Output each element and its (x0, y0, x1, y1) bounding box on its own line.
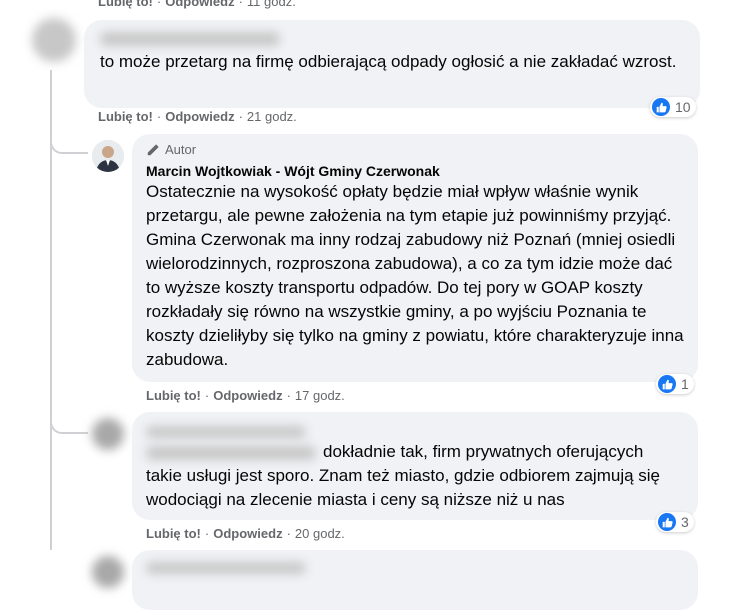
reaction-count[interactable]: 3 (656, 512, 694, 532)
comment-bubble (132, 550, 698, 610)
reaction-number: 3 (681, 514, 689, 530)
timestamp[interactable]: 17 godz. (295, 388, 345, 403)
avatar[interactable] (92, 556, 124, 588)
thread-elbow (50, 130, 88, 154)
avatar-photo (92, 140, 124, 172)
comment-actions: Lubię to! · Odpowiedz · 11 godz. (98, 0, 296, 9)
comment-bubble: Autor Marcin Wojtkowiak - Wójt Gminy Cze… (132, 134, 698, 394)
thumbs-up-icon (652, 98, 670, 116)
author-name[interactable] (146, 426, 306, 438)
reply-link[interactable]: Odpowiedz (165, 0, 234, 9)
thumbs-up-icon (658, 375, 676, 393)
pencil-icon (147, 143, 159, 155)
like-link[interactable]: Lubię to! (98, 109, 153, 124)
comment-text-line1: dokładnie tak, firm prywatnych oferujący… (323, 442, 644, 461)
reaction-number: 1 (681, 376, 689, 392)
like-link[interactable]: Lubię to! (146, 526, 201, 541)
like-link[interactable]: Lubię to! (146, 388, 201, 403)
reply-link[interactable]: Odpowiedz (213, 388, 282, 403)
comment-text: to może przetarg na firmę odbierającą od… (100, 52, 677, 71)
reply-link[interactable]: Odpowiedz (213, 526, 282, 541)
avatar[interactable] (92, 418, 124, 450)
badge-label: Autor (165, 142, 197, 157)
reaction-number: 10 (675, 99, 691, 115)
timestamp[interactable]: 20 godz. (295, 526, 345, 541)
tagged-name[interactable] (146, 446, 316, 460)
timestamp[interactable]: 11 godz. (247, 0, 296, 9)
thumbs-up-icon (658, 513, 676, 531)
avatar[interactable] (32, 18, 76, 62)
author-name[interactable] (100, 32, 280, 46)
comment-actions: Lubię to! · Odpowiedz · 17 godz. (146, 388, 345, 403)
avatar[interactable] (92, 140, 124, 172)
comment-actions: Lubię to! · Odpowiedz · 21 godz. (98, 109, 297, 124)
comment-bubble: dokładnie tak, firm prywatnych oferujący… (132, 412, 698, 532)
author-badge: Autor (146, 142, 196, 157)
author-name[interactable] (146, 562, 306, 574)
comment-text: takie usługi jest sporo. Znam też miasto… (146, 466, 661, 509)
reaction-count[interactable]: 1 (656, 374, 694, 394)
thread-elbow (50, 410, 88, 434)
author-name[interactable]: Marcin Wojtkowiak - Wójt Gminy Czerwonak (146, 163, 440, 179)
timestamp[interactable]: 21 godz. (247, 109, 297, 124)
reply-link[interactable]: Odpowiedz (165, 109, 234, 124)
comment-text: Ostatecznie na wysokość opłaty będzie mi… (146, 182, 684, 369)
like-link[interactable]: Lubię to! (98, 0, 153, 9)
comment-actions: Lubię to! · Odpowiedz · 20 godz. (146, 526, 345, 541)
reaction-count[interactable]: 10 (650, 97, 696, 117)
comment-bubble: to może przetarg na firmę odbierającą od… (84, 20, 700, 117)
